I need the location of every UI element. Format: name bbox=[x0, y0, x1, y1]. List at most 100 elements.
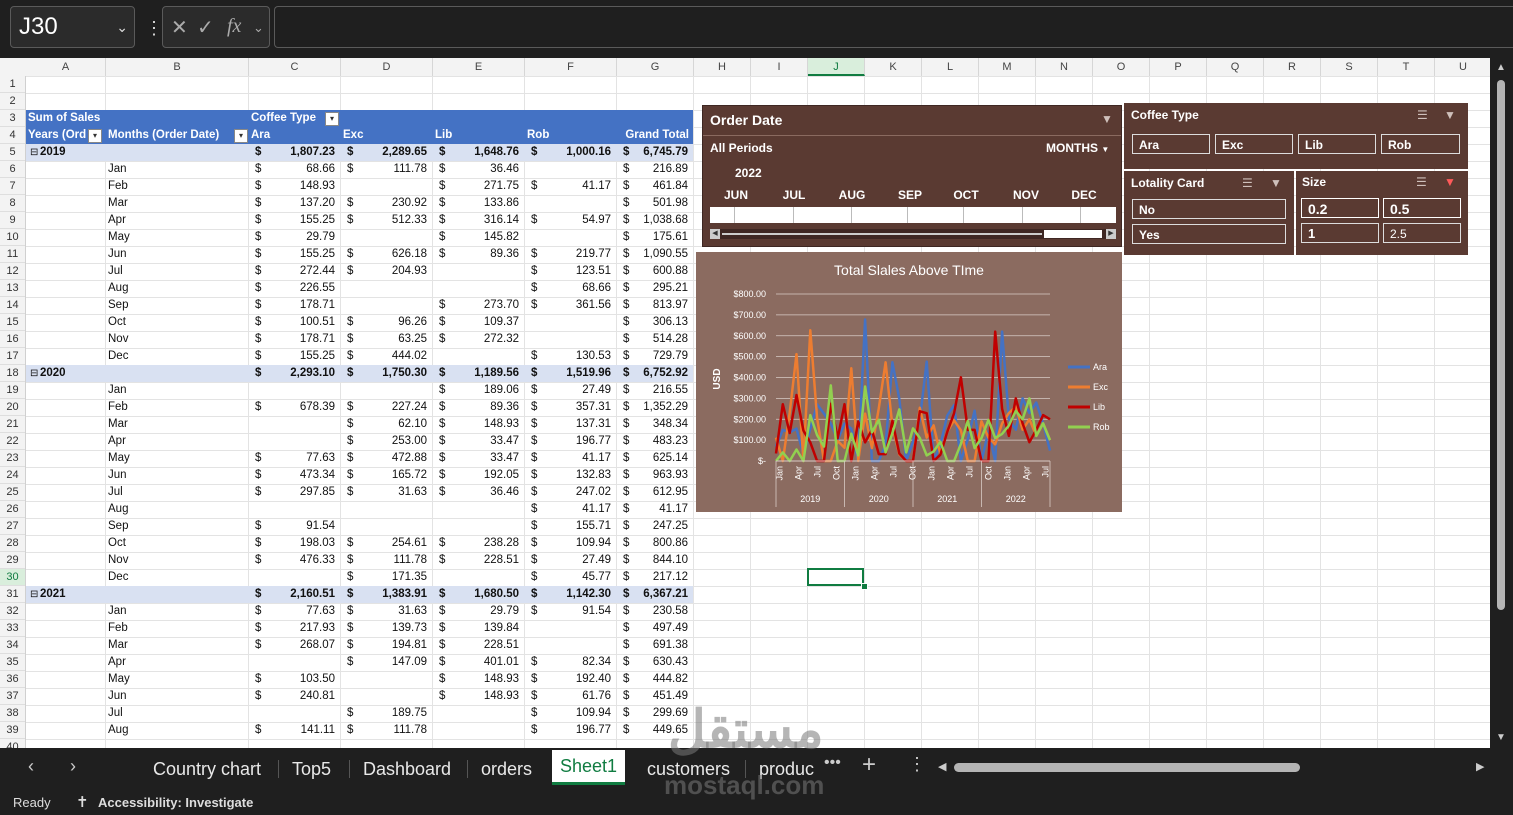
timeline-month-oct[interactable]: OCT bbox=[953, 188, 978, 202]
add-sheet-icon[interactable]: + bbox=[862, 751, 876, 779]
scroll-right-icon[interactable]: ▶ bbox=[1476, 760, 1484, 773]
clear-filter-icon[interactable]: ▼ bbox=[1101, 112, 1113, 126]
next-sheet-icon[interactable]: › bbox=[70, 756, 76, 777]
timeline-month-aug[interactable]: AUG bbox=[839, 188, 866, 202]
row-header-14[interactable]: 14 bbox=[0, 297, 25, 314]
collapse-icon[interactable]: ⊟ bbox=[30, 365, 38, 382]
row-header-36[interactable]: 36 bbox=[0, 671, 25, 688]
active-cell[interactable] bbox=[807, 568, 864, 586]
column-header-g[interactable]: G bbox=[617, 58, 694, 76]
timeline-bar[interactable] bbox=[710, 207, 1116, 223]
collapse-icon[interactable]: ⊟ bbox=[30, 586, 38, 603]
row-header-8[interactable]: 8 bbox=[0, 195, 25, 212]
tab-options-icon[interactable]: ⋮ bbox=[908, 754, 926, 775]
column-header-j[interactable]: J bbox=[808, 58, 865, 76]
slicer-item-0-2[interactable]: 0.2 bbox=[1301, 198, 1379, 218]
column-header-l[interactable]: L bbox=[922, 58, 979, 76]
row-header-11[interactable]: 11 bbox=[0, 246, 25, 263]
column-header-t[interactable]: T bbox=[1378, 58, 1435, 76]
column-header-n[interactable]: N bbox=[1036, 58, 1093, 76]
row-header-29[interactable]: 29 bbox=[0, 552, 25, 569]
column-header-m[interactable]: M bbox=[979, 58, 1036, 76]
sheet-tab-top5[interactable]: Top5 bbox=[284, 756, 339, 782]
row-header-17[interactable]: 17 bbox=[0, 348, 25, 365]
filter-dropdown-icon[interactable]: ▾ bbox=[325, 112, 339, 126]
row-header-30[interactable]: 30 bbox=[0, 569, 25, 586]
line-chart[interactable]: Total Slales Above TIme USD $- $100.00 $200.… bbox=[696, 252, 1122, 512]
column-header-d[interactable]: D bbox=[341, 58, 433, 76]
column-header-p[interactable]: P bbox=[1150, 58, 1207, 76]
column-header-r[interactable]: R bbox=[1264, 58, 1321, 76]
row-header-13[interactable]: 13 bbox=[0, 280, 25, 297]
clear-filter-icon[interactable]: ▼ bbox=[1444, 175, 1456, 189]
scroll-up-icon[interactable]: ▲ bbox=[1496, 62, 1506, 73]
timeline-month-nov[interactable]: NOV bbox=[1013, 188, 1039, 202]
column-header-c[interactable]: C bbox=[249, 58, 341, 76]
row-header-5[interactable]: 5 bbox=[0, 144, 25, 161]
scroll-left-icon[interactable]: ◀ bbox=[710, 229, 720, 239]
row-header-31[interactable]: 31 bbox=[0, 586, 25, 603]
chevron-down-icon[interactable]: ⌄ bbox=[116, 19, 128, 36]
row-header-20[interactable]: 20 bbox=[0, 399, 25, 416]
row-header-26[interactable]: 26 bbox=[0, 501, 25, 518]
row-header-22[interactable]: 22 bbox=[0, 433, 25, 450]
column-header-k[interactable]: K bbox=[865, 58, 922, 76]
accessibility-status[interactable]: Accessibility: Investigate bbox=[98, 795, 253, 810]
scroll-right-icon[interactable]: ▶ bbox=[1106, 229, 1116, 239]
timeline-month-dec[interactable]: DEC bbox=[1071, 188, 1096, 202]
row-header-40[interactable]: 40 bbox=[0, 739, 25, 748]
row-header-19[interactable]: 19 bbox=[0, 382, 25, 399]
clear-filter-icon[interactable]: ▼ bbox=[1444, 108, 1456, 122]
chevron-down-icon[interactable]: ⌄ bbox=[253, 20, 264, 36]
slicer-item-lib[interactable]: Lib bbox=[1298, 134, 1376, 154]
name-box[interactable]: J30 ⌄ bbox=[10, 6, 135, 48]
more-options-icon[interactable]: ⋮ bbox=[145, 18, 163, 39]
row-header-32[interactable]: 32 bbox=[0, 603, 25, 620]
formula-input[interactable] bbox=[274, 6, 1513, 48]
vertical-scrollbar[interactable]: ▲ ▼ bbox=[1490, 58, 1513, 748]
column-header-u[interactable]: U bbox=[1435, 58, 1492, 76]
fill-handle[interactable] bbox=[861, 583, 868, 590]
column-header-e[interactable]: E bbox=[433, 58, 525, 76]
row-header-37[interactable]: 37 bbox=[0, 688, 25, 705]
sheet-tab-country-chart[interactable]: Country chart bbox=[145, 756, 269, 782]
clear-filter-icon[interactable]: ▼ bbox=[1270, 176, 1282, 190]
row-header-12[interactable]: 12 bbox=[0, 263, 25, 280]
row-header-25[interactable]: 25 bbox=[0, 484, 25, 501]
multi-select-icon[interactable]: ☰ bbox=[1417, 108, 1428, 122]
cancel-icon[interactable]: ✕ bbox=[171, 15, 188, 40]
prev-sheet-icon[interactable]: ‹ bbox=[28, 756, 34, 777]
row-header-7[interactable]: 7 bbox=[0, 178, 25, 195]
sheet-tab-orders[interactable]: orders bbox=[473, 756, 540, 782]
row-header-21[interactable]: 21 bbox=[0, 416, 25, 433]
v-scroll-thumb[interactable] bbox=[1497, 80, 1505, 610]
timeline-scrollbar[interactable]: ◀ ▶ bbox=[710, 229, 1116, 239]
horizontal-scrollbar[interactable]: ◀ ▶ bbox=[936, 758, 1491, 776]
column-header-a[interactable]: A bbox=[26, 58, 106, 76]
column-header-s[interactable]: S bbox=[1321, 58, 1378, 76]
row-header-18[interactable]: 18 bbox=[0, 365, 25, 382]
row-header-1[interactable]: 1 bbox=[0, 76, 25, 93]
row-header-16[interactable]: 16 bbox=[0, 331, 25, 348]
sheet-tab-dashboard[interactable]: Dashboard bbox=[355, 756, 459, 782]
slicer-item-exc[interactable]: Exc bbox=[1215, 134, 1293, 154]
row-header-39[interactable]: 39 bbox=[0, 722, 25, 739]
column-header-h[interactable]: H bbox=[694, 58, 751, 76]
row-header-23[interactable]: 23 bbox=[0, 450, 25, 467]
row-header-9[interactable]: 9 bbox=[0, 212, 25, 229]
row-header-34[interactable]: 34 bbox=[0, 637, 25, 654]
row-header-28[interactable]: 28 bbox=[0, 535, 25, 552]
slicer-item-rob[interactable]: Rob bbox=[1381, 134, 1460, 154]
row-header-35[interactable]: 35 bbox=[0, 654, 25, 671]
timeline-month-sep[interactable]: SEP bbox=[898, 188, 922, 202]
column-header-q[interactable]: Q bbox=[1207, 58, 1264, 76]
timeline-level-dropdown[interactable]: MONTHS ▼ bbox=[1046, 141, 1109, 155]
timeline-month-jul[interactable]: JUL bbox=[783, 188, 806, 202]
scroll-down-icon[interactable]: ▼ bbox=[1496, 732, 1506, 743]
check-icon[interactable]: ✓ bbox=[197, 15, 214, 40]
more-sheets-icon[interactable]: ••• bbox=[824, 754, 841, 772]
multi-select-icon[interactable]: ☰ bbox=[1242, 176, 1253, 190]
column-header-f[interactable]: F bbox=[525, 58, 617, 76]
collapse-icon[interactable]: ⊟ bbox=[30, 144, 38, 161]
row-header-27[interactable]: 27 bbox=[0, 518, 25, 535]
